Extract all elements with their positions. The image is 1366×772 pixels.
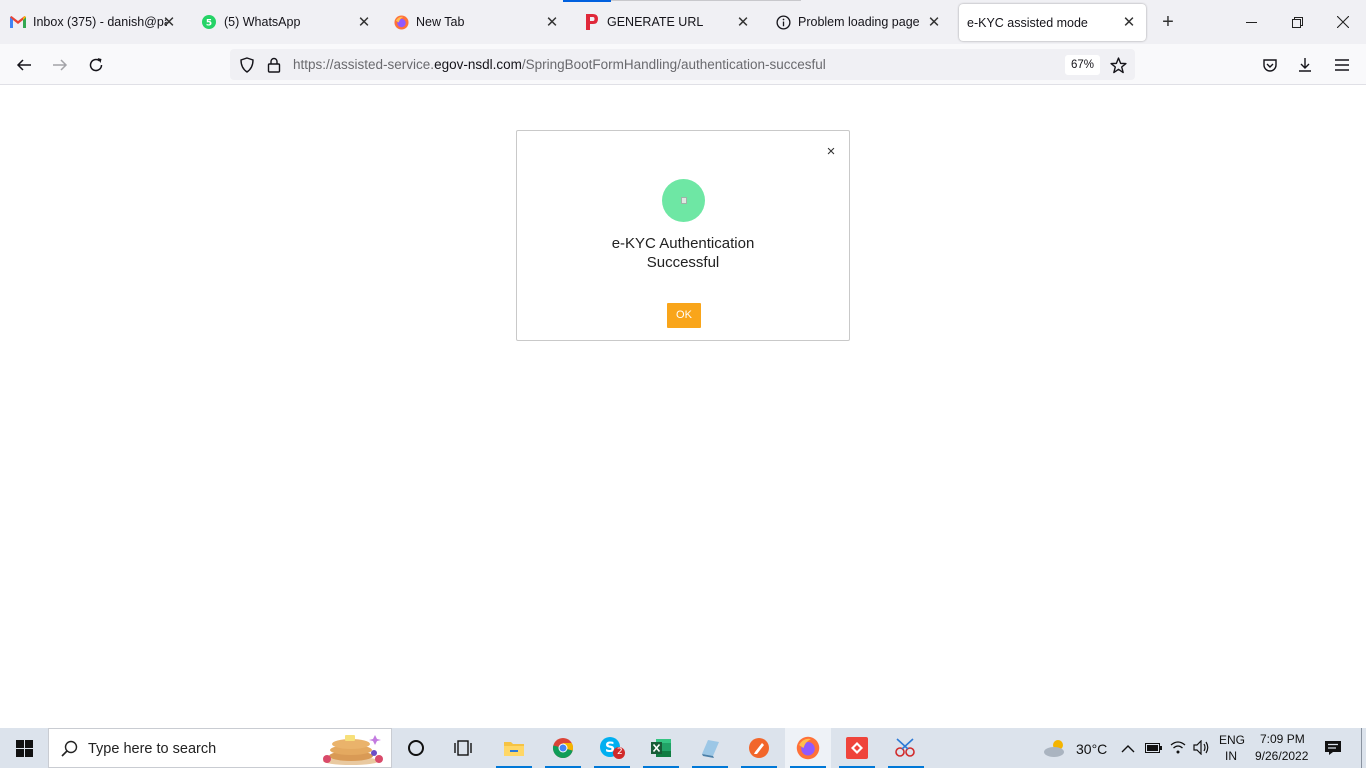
tab-ekyc-assisted-mode[interactable]: e-KYC assisted mode ✕: [959, 4, 1146, 41]
navigation-toolbar: https://assisted-service.egov-nsdl.com/S…: [0, 44, 1366, 85]
firefox-icon: [393, 14, 409, 30]
tracking-shield-icon[interactable]: [237, 55, 257, 75]
success-modal: × e-KYC Authentication Successful OK: [516, 130, 850, 341]
tab-whatsapp[interactable]: 5 (5) WhatsApp ✕: [201, 0, 377, 44]
pocket-icon[interactable]: [1256, 51, 1284, 79]
wifi-icon[interactable]: [1170, 740, 1186, 759]
pancake-doodle-icon: [317, 731, 387, 772]
cortana-icon[interactable]: [393, 728, 439, 768]
tab-close-icon[interactable]: ✕: [543, 13, 561, 31]
tab-problem-loading[interactable]: Problem loading page ✕: [775, 0, 947, 44]
skype-badge: 2: [617, 747, 623, 757]
url-domain: egov-nsdl.com: [434, 57, 522, 72]
tab-gmail[interactable]: Inbox (375) - danish@paytm ✕: [10, 0, 182, 44]
bookmark-star-icon[interactable]: [1108, 55, 1128, 75]
search-placeholder: Type here to search: [88, 741, 217, 757]
input-region: IN: [1225, 749, 1237, 763]
clock-date: 9/26/2022: [1255, 749, 1309, 763]
ok-button[interactable]: OK: [667, 303, 701, 328]
show-desktop-divider[interactable]: [1361, 728, 1362, 768]
search-icon: [61, 740, 78, 762]
speaker-volume-icon[interactable]: [1193, 739, 1210, 760]
firefox-taskbar-icon[interactable]: [785, 728, 831, 768]
restore-icon[interactable]: [1274, 0, 1320, 44]
modal-message: e-KYC Authentication Successful: [517, 234, 849, 272]
tab-generate-url[interactable]: GENERATE URL ✕: [584, 0, 756, 44]
input-language[interactable]: ENG: [1219, 733, 1245, 747]
back-arrow-icon[interactable]: [10, 51, 38, 79]
tab-close-icon[interactable]: ✕: [734, 13, 752, 31]
minimize-icon[interactable]: [1228, 0, 1274, 44]
modal-close-icon[interactable]: ×: [824, 144, 838, 159]
notepad-icon[interactable]: [687, 728, 733, 768]
hamburger-menu-icon[interactable]: [1328, 51, 1356, 79]
action-center-icon[interactable]: [1324, 740, 1342, 761]
taskbar-search-box[interactable]: Type here to search: [48, 728, 392, 768]
tab-strip: Inbox (375) - danish@paytm ✕ 5 (5) Whats…: [0, 0, 1366, 44]
task-view-icon[interactable]: [440, 728, 486, 768]
url-text[interactable]: https://assisted-service.egov-nsdl.com/S…: [293, 57, 826, 72]
pen-app-icon[interactable]: [736, 728, 782, 768]
browser-window: Inbox (375) - danish@paytm ✕ 5 (5) Whats…: [0, 0, 1366, 728]
downloads-icon[interactable]: [1291, 51, 1319, 79]
tab-close-icon[interactable]: ✕: [160, 13, 178, 31]
weather-cloud-sun-icon[interactable]: [1043, 738, 1069, 763]
tab-close-icon[interactable]: ✕: [355, 13, 373, 31]
address-bar[interactable]: https://assisted-service.egov-nsdl.com/S…: [230, 49, 1135, 80]
broken-image-icon: [680, 197, 687, 204]
tab-close-icon[interactable]: ✕: [1120, 13, 1138, 31]
lock-icon[interactable]: [264, 55, 284, 75]
tray-chevron-up-icon[interactable]: [1121, 741, 1135, 759]
forward-arrow-icon[interactable]: [46, 51, 74, 79]
svg-text:5: 5: [206, 19, 212, 29]
weather-temperature[interactable]: 30°C: [1076, 741, 1107, 757]
message-line-2: Successful: [646, 254, 720, 271]
tab-new-tab[interactable]: New Tab ✕: [393, 0, 565, 44]
chrome-icon[interactable]: [540, 728, 586, 768]
tab-title: Inbox (375) - danish@paytm: [33, 15, 167, 29]
excel-icon[interactable]: [638, 728, 684, 768]
file-explorer-icon[interactable]: [491, 728, 537, 768]
message-line-1: e-KYC Authentication: [611, 235, 755, 252]
zoom-level-badge[interactable]: 67%: [1065, 55, 1101, 75]
windows-taskbar: Type here to search S 2 30°C ENG IN 7:09…: [0, 728, 1366, 768]
tab-close-icon[interactable]: ✕: [925, 13, 943, 31]
reload-icon[interactable]: [82, 51, 110, 79]
url-prefix: https://assisted-service.: [293, 57, 435, 72]
skype-icon[interactable]: S 2: [589, 728, 635, 768]
clock-time[interactable]: 7:09 PM: [1260, 732, 1305, 746]
anydesk-icon[interactable]: [834, 728, 880, 768]
battery-icon[interactable]: [1145, 741, 1163, 759]
snipping-tool-icon[interactable]: [883, 728, 929, 768]
gmail-icon: [10, 14, 26, 30]
whatsapp-icon: 5: [201, 14, 217, 30]
info-icon: [775, 14, 791, 30]
new-tab-plus-icon[interactable]: +: [1157, 11, 1179, 33]
url-path: /SpringBootFormHandling/authentication-s…: [521, 57, 826, 72]
close-window-icon[interactable]: [1320, 0, 1366, 44]
paytm-p-icon: [584, 14, 600, 30]
windows-start-icon[interactable]: [0, 728, 48, 768]
success-check-icon: [662, 179, 705, 222]
